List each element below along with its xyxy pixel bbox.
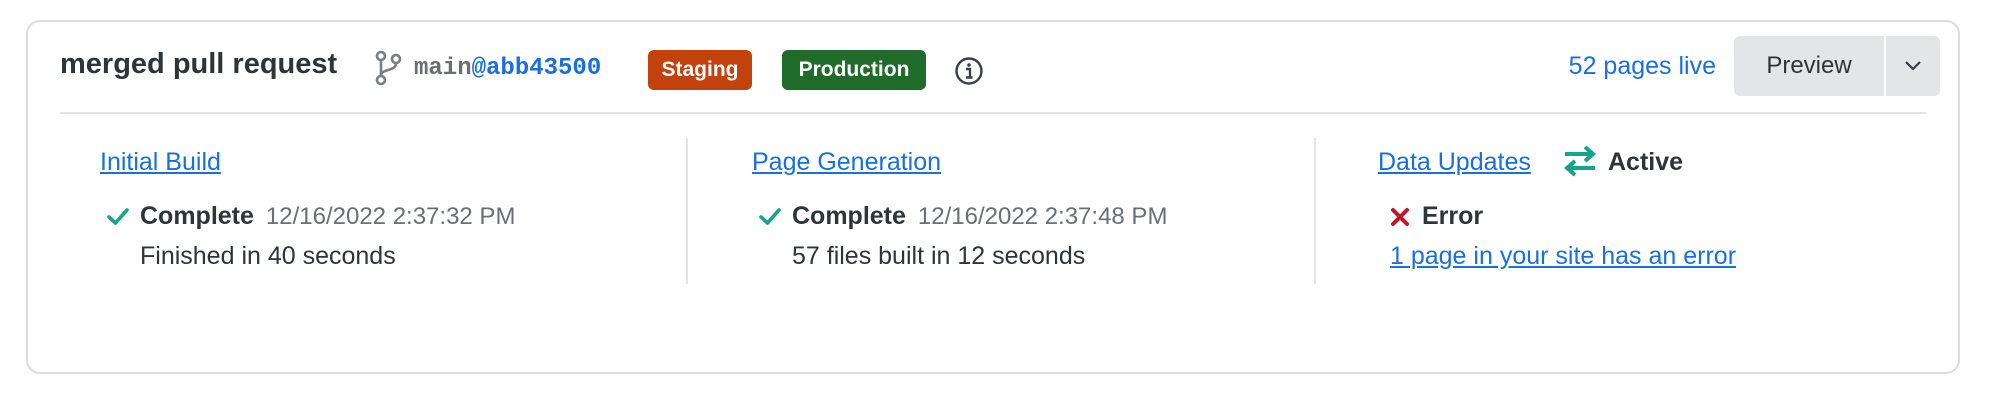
check-icon bbox=[107, 207, 129, 225]
status-label: Complete bbox=[792, 202, 906, 230]
pages-live-link[interactable]: 52 pages live bbox=[1569, 52, 1716, 81]
status-timestamp: 12/16/2022 2:37:32 PM bbox=[265, 202, 516, 230]
status-label: Error bbox=[1422, 202, 1484, 230]
status-timestamp: 12/16/2022 2:37:48 PM bbox=[917, 202, 1168, 230]
check-icon bbox=[759, 207, 781, 225]
x-icon bbox=[1391, 207, 1409, 226]
preview-dropdown-button[interactable] bbox=[1886, 36, 1940, 96]
files-built-summary: 57 files built in 12 seconds bbox=[792, 242, 1086, 270]
page-generation-status: Complete 12/16/2022 2:37:48 PM bbox=[758, 202, 1167, 231]
data-updates-section: Data Updates Active Error 1 page in your… bbox=[1316, 114, 1916, 342]
active-state-label: Active bbox=[1608, 148, 1684, 176]
deploy-title: merged pull request bbox=[60, 48, 338, 80]
sync-arrows-icon bbox=[1563, 145, 1597, 177]
initial-build-status: Complete 12/16/2022 2:37:32 PM bbox=[106, 202, 515, 231]
deploy-card: merged pull request main@abb43500 Stagin… bbox=[26, 20, 1960, 374]
status-label: Complete bbox=[140, 202, 254, 230]
deploy-header: merged pull request main@abb43500 Stagin… bbox=[28, 22, 1958, 114]
preview-button[interactable]: Preview bbox=[1734, 36, 1884, 96]
chevron-down-icon bbox=[1905, 61, 1921, 71]
build-duration: Finished in 40 seconds bbox=[140, 242, 396, 270]
data-updates-link[interactable]: Data Updates bbox=[1378, 148, 1531, 177]
info-circle-icon[interactable] bbox=[954, 56, 984, 86]
data-updates-status: Error bbox=[1388, 202, 1495, 231]
page-generation-section: Page Generation Complete 12/16/2022 2:37… bbox=[688, 114, 1314, 342]
commit-ref[interactable]: @abb43500 bbox=[472, 55, 602, 82]
branch-name: main bbox=[414, 55, 472, 82]
staging-badge: Staging bbox=[648, 50, 752, 90]
preview-split-button: Preview bbox=[1734, 36, 1940, 96]
production-badge: Production bbox=[782, 50, 926, 90]
initial-build-link[interactable]: Initial Build bbox=[100, 148, 221, 177]
site-error-link[interactable]: 1 page in your site has an error bbox=[1390, 242, 1736, 271]
git-branch-icon bbox=[375, 50, 402, 86]
page-generation-link[interactable]: Page Generation bbox=[752, 148, 941, 177]
initial-build-section: Initial Build Complete 12/16/2022 2:37:3… bbox=[28, 114, 686, 342]
branch-ref: main@abb43500 bbox=[414, 55, 601, 82]
